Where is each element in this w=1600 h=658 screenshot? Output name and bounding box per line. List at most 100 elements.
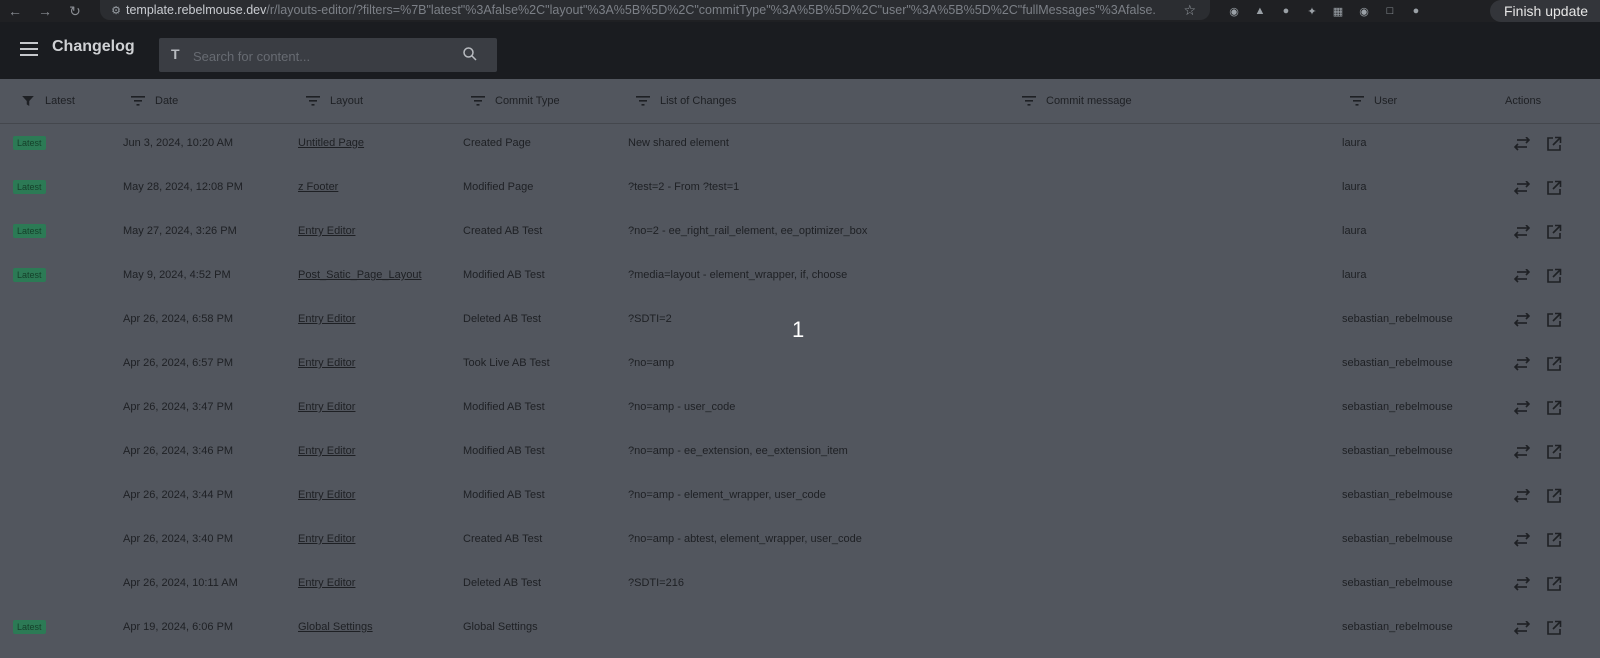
column-header-layout[interactable]: Layout — [306, 93, 363, 109]
compare-swap-icon[interactable] — [1512, 574, 1532, 594]
extension-icon[interactable]: ▦ — [1330, 3, 1346, 19]
table-row[interactable]: Apr 26, 2024, 3:40 PM Entry Editor Created… — [0, 519, 1600, 563]
column-header-latest[interactable]: Latest — [21, 93, 75, 109]
table-row[interactable]: Apr 26, 2024, 10:11 AM Entry Editor Delete… — [0, 563, 1600, 607]
compare-swap-icon[interactable] — [1512, 398, 1532, 418]
changes-cell: ?no=amp - abtest, element_wrapper, user_… — [628, 533, 862, 545]
extension-icon[interactable]: ✦ — [1304, 3, 1320, 19]
compare-swap-icon[interactable] — [1512, 442, 1532, 462]
menu-icon[interactable] — [20, 42, 38, 56]
layout-link[interactable]: Entry Editor — [298, 445, 355, 457]
date-cell: Apr 26, 2024, 6:57 PM — [123, 357, 234, 369]
table-row[interactable]: Latest May 9, 2024, 4:52 PM Post_Satic_Pag… — [0, 255, 1600, 299]
layout-link[interactable]: Untitled Page — [298, 137, 364, 149]
compare-swap-icon[interactable] — [1512, 310, 1532, 330]
column-header-user[interactable]: User — [1350, 93, 1397, 109]
table-row[interactable]: Latest Apr 19, 2024, 6:06 PM Global Settin… — [0, 607, 1600, 651]
open-external-icon[interactable] — [1544, 134, 1564, 154]
latest-badge: Latest — [13, 180, 46, 194]
layout-link[interactable]: Entry Editor — [298, 357, 355, 369]
commit-type-cell: Deleted AB Test — [463, 577, 542, 589]
compare-swap-icon[interactable] — [1512, 618, 1532, 638]
commit-type-cell: Took Live AB Test — [463, 357, 550, 369]
page-title: Changelog — [52, 38, 135, 55]
layout-link[interactable]: Post_Satic_Page_Layout — [298, 269, 422, 281]
compare-swap-icon[interactable] — [1512, 266, 1532, 286]
compare-swap-icon[interactable] — [1512, 530, 1532, 550]
layout-link[interactable]: Entry Editor — [298, 225, 355, 237]
user-cell: laura — [1342, 225, 1367, 237]
layout-link[interactable]: Global Settings — [298, 621, 373, 633]
layout-link[interactable]: Entry Editor — [298, 577, 355, 589]
camera-icon[interactable]: ◉ — [1356, 3, 1372, 19]
table-row[interactable]: Latest May 27, 2024, 3:26 PM Entry Editor C… — [0, 211, 1600, 255]
column-header-date[interactable]: Date — [131, 93, 178, 109]
bookmark-star-icon[interactable]: ☆ — [1183, 2, 1196, 19]
open-external-icon[interactable] — [1544, 266, 1564, 286]
app-header: Changelog T — [0, 22, 1600, 79]
site-settings-icon[interactable]: ⚙ — [106, 4, 126, 17]
compare-swap-icon[interactable] — [1512, 354, 1532, 374]
layout-link[interactable]: Entry Editor — [298, 401, 355, 413]
date-cell: Jun 3, 2024, 10:20 AM — [123, 137, 234, 149]
open-external-icon[interactable] — [1544, 222, 1564, 242]
changes-cell: ?no=amp - element_wrapper, user_code — [628, 489, 826, 501]
table-row[interactable]: Apr 26, 2024, 3:47 PM Entry Editor Modifie… — [0, 387, 1600, 431]
puzzle-icon[interactable]: □ — [1382, 3, 1398, 19]
commit-type-cell: Created Page — [463, 137, 531, 149]
column-header-list-of-changes[interactable]: List of Changes — [636, 93, 736, 109]
step-marker: 1 — [792, 317, 805, 342]
column-header-commit-type[interactable]: Commit Type — [471, 93, 560, 109]
text-type-icon: T — [171, 46, 180, 62]
table-row[interactable]: Apr 26, 2024, 3:46 PM Entry Editor Modifie… — [0, 431, 1600, 475]
extension-icon[interactable]: ◉ — [1226, 3, 1242, 19]
url-text: template.rebelmouse.dev/r/layouts-editor… — [126, 3, 1156, 17]
open-external-icon[interactable] — [1544, 442, 1564, 462]
table-row[interactable]: Latest May 28, 2024, 12:08 PM z Footer Modi… — [0, 167, 1600, 211]
user-cell: sebastian_rebelmouse — [1342, 621, 1453, 633]
reload-icon[interactable]: ↻ — [60, 0, 90, 22]
open-external-icon[interactable] — [1544, 618, 1564, 638]
date-cell: May 9, 2024, 4:52 PM — [123, 269, 231, 281]
filter-lines-icon[interactable] — [1022, 96, 1036, 106]
table-row[interactable]: Latest Jun 3, 2024, 10:20 AM Untitled Page… — [0, 123, 1600, 167]
date-cell: Apr 26, 2024, 3:47 PM — [123, 401, 234, 413]
filter-lines-icon[interactable] — [131, 96, 145, 106]
back-icon[interactable]: ← — [0, 0, 30, 22]
open-external-icon[interactable] — [1544, 574, 1564, 594]
search-input[interactable] — [191, 45, 445, 67]
address-bar[interactable]: ⚙ template.rebelmouse.dev/r/layouts-edit… — [100, 0, 1210, 20]
table-row[interactable]: Apr 26, 2024, 6:57 PM Entry Editor Took Li… — [0, 343, 1600, 387]
profile-avatar-icon[interactable]: ● — [1408, 3, 1424, 19]
forward-icon[interactable]: → — [30, 0, 60, 22]
compare-swap-icon[interactable] — [1512, 178, 1532, 198]
layout-link[interactable]: Entry Editor — [298, 313, 355, 325]
compare-swap-icon[interactable] — [1512, 486, 1532, 506]
search-icon[interactable] — [461, 45, 479, 63]
table-row[interactable]: Apr 26, 2024, 3:44 PM Entry Editor Modifie… — [0, 475, 1600, 519]
column-header-commit-message[interactable]: Commit message — [1022, 93, 1132, 109]
open-external-icon[interactable] — [1544, 354, 1564, 374]
open-external-icon[interactable] — [1544, 310, 1564, 330]
filter-funnel-icon[interactable] — [21, 96, 35, 106]
filter-lines-icon[interactable] — [636, 96, 650, 106]
compare-swap-icon[interactable] — [1512, 222, 1532, 242]
filter-lines-icon[interactable] — [306, 96, 320, 106]
search-box[interactable]: T — [159, 38, 497, 72]
extension-icon[interactable]: ▲ — [1252, 3, 1268, 19]
table-header: Latest Date Layout Commit Type List of C… — [0, 79, 1600, 124]
open-external-icon[interactable] — [1544, 178, 1564, 198]
layout-link[interactable]: Entry Editor — [298, 533, 355, 545]
filter-lines-icon[interactable] — [1350, 96, 1364, 106]
open-external-icon[interactable] — [1544, 486, 1564, 506]
layout-link[interactable]: Entry Editor — [298, 489, 355, 501]
compare-swap-icon[interactable] — [1512, 134, 1532, 154]
extension-icon[interactable]: ● — [1278, 3, 1294, 19]
finish-update-button[interactable]: Finish update — [1490, 0, 1600, 22]
open-external-icon[interactable] — [1544, 530, 1564, 550]
filter-lines-icon[interactable] — [471, 96, 485, 106]
extension-icons: ◉ ▲ ● ✦ ▦ ◉ □ ● — [1226, 0, 1424, 22]
commit-type-cell: Created AB Test — [463, 225, 543, 237]
open-external-icon[interactable] — [1544, 398, 1564, 418]
layout-link[interactable]: z Footer — [298, 181, 338, 193]
